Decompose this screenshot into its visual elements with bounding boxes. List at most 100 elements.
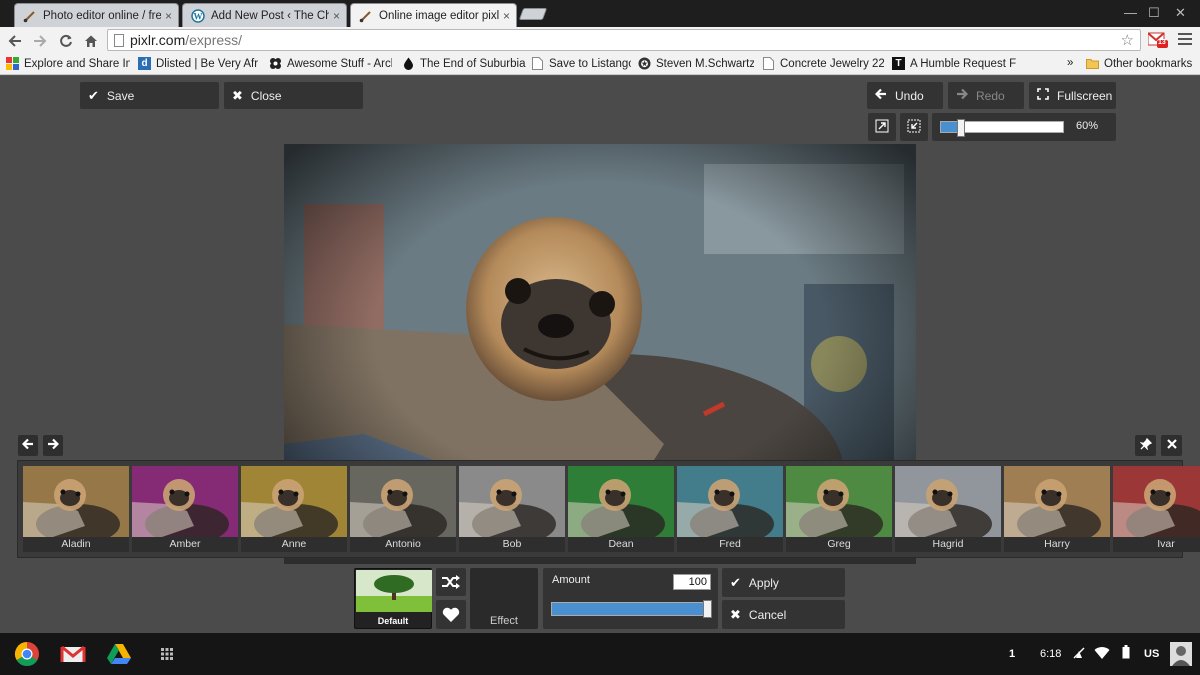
home-icon[interactable] — [81, 31, 101, 51]
url-host: pixlr.com — [130, 32, 186, 48]
gmail-icon[interactable] — [60, 641, 86, 667]
close-icon: ✖ — [730, 606, 741, 622]
fullscreen-button[interactable]: Fullscreen — [1029, 82, 1116, 109]
bookmark-item[interactable]: ✪ Steven M.Schwartz — [638, 57, 754, 70]
t-logo-icon: T — [892, 57, 905, 70]
chrome-menu-icon[interactable] — [1178, 33, 1192, 48]
os-shelf: 1 6:18 US — [0, 633, 1200, 675]
tab-close-icon[interactable]: × — [503, 9, 510, 23]
new-tab-button[interactable] — [518, 8, 548, 20]
zoom-slider-thumb[interactable] — [957, 119, 965, 137]
bookmarks-bar: Explore and Share In d Dlisted | Be Very… — [0, 54, 1200, 75]
filter-thumb[interactable]: Fred — [677, 466, 783, 552]
address-bar[interactable]: pixlr.com/express/ ☆ — [107, 29, 1141, 51]
close-strip-button[interactable] — [1161, 435, 1182, 456]
bookmark-star-icon[interactable]: ☆ — [1121, 31, 1134, 49]
other-bookmarks[interactable]: Other bookmarks — [1086, 57, 1192, 70]
filter-preview-image — [1004, 466, 1110, 537]
window-close-icon[interactable]: ✕ — [1175, 5, 1186, 21]
filter-thumb[interactable]: Harry — [1004, 466, 1110, 552]
filter-thumb[interactable]: Ivar — [1113, 466, 1200, 552]
bookmark-item[interactable]: d Dlisted | Be Very Afr — [138, 57, 261, 70]
bookmark-label: Dlisted | Be Very Afr — [156, 57, 259, 70]
close-icon: ✖ — [232, 87, 243, 103]
save-button[interactable]: ✔ Save — [80, 82, 219, 109]
tab-title: Add New Post ‹ The Chro — [211, 9, 329, 22]
tab-online-image-editor[interactable]: Online image editor pixlr × — [350, 3, 517, 27]
dlisted-icon: d — [138, 57, 151, 70]
apply-button[interactable]: ✔ Apply — [722, 568, 845, 597]
maximize-icon[interactable]: ☐ — [1148, 5, 1160, 21]
forward-icon[interactable] — [30, 31, 50, 51]
bookmark-item[interactable]: T A Humble Request Fc — [892, 57, 1016, 70]
amount-label: Amount — [552, 574, 590, 586]
filter-thumb[interactable]: Aladin — [23, 466, 129, 552]
filter-name: Dean — [568, 537, 674, 552]
filter-name: Anne — [241, 537, 347, 552]
fit-to-screen-button[interactable] — [868, 113, 896, 141]
overlay-default-thumb[interactable]: Default — [354, 568, 432, 629]
undo-button[interactable]: Undo — [867, 82, 943, 109]
filters-prev-button[interactable] — [18, 435, 38, 456]
amount-slider[interactable] — [551, 600, 712, 618]
page-icon — [114, 33, 124, 47]
reload-icon[interactable] — [56, 31, 76, 51]
amount-value-field[interactable]: 100 — [673, 574, 711, 590]
page-icon — [531, 57, 544, 70]
redo-button[interactable]: Redo — [948, 82, 1024, 109]
tab-add-new-post[interactable]: W Add New Post ‹ The Chro × — [182, 3, 347, 27]
fullscreen-label: Fullscreen — [1057, 88, 1113, 103]
close-button[interactable]: ✖ Close — [224, 82, 363, 109]
bookmark-item[interactable]: Awesome Stuff - Arcl — [269, 57, 392, 70]
bookmark-item[interactable]: Concrete Jewelry 22D — [762, 57, 884, 70]
shuffle-button[interactable] — [436, 568, 466, 596]
tab-close-icon[interactable]: × — [333, 9, 340, 23]
bookmark-label: Other bookmarks — [1104, 57, 1193, 70]
close-icon — [1166, 438, 1178, 453]
back-icon[interactable] — [5, 31, 25, 51]
favorite-button[interactable] — [436, 600, 466, 629]
filter-preview-image — [23, 466, 129, 537]
filter-name: Aladin — [23, 537, 129, 552]
gmail-extension-icon[interactable]: 13 — [1147, 32, 1168, 48]
filter-thumb[interactable]: Dean — [568, 466, 674, 552]
filter-thumb[interactable]: Amber — [132, 466, 238, 552]
filter-thumb[interactable]: Anne — [241, 466, 347, 552]
more-bookmarks-chevron[interactable]: » — [1067, 57, 1073, 69]
tab-strip: Photo editor online / free × W Add New P… — [0, 0, 1200, 27]
cancel-button[interactable]: ✖ Cancel — [722, 600, 845, 629]
app-launcher-icon[interactable] — [154, 641, 180, 667]
amount-slider-thumb[interactable] — [703, 600, 712, 618]
notification-count[interactable]: 1 — [1009, 648, 1015, 660]
bookmark-item[interactable]: Explore and Share In — [6, 57, 130, 70]
tab-close-icon[interactable]: × — [165, 9, 172, 23]
input-locale[interactable]: US — [1144, 648, 1159, 660]
bookmark-item[interactable]: The End of Suburbia — [402, 57, 526, 70]
filters-next-button[interactable] — [43, 435, 63, 456]
filter-thumb[interactable]: Bob — [459, 466, 565, 552]
filter-name: Antonio — [350, 537, 456, 552]
pin-button[interactable] — [1135, 435, 1156, 456]
user-avatar[interactable] — [1170, 642, 1192, 669]
bookmark-item[interactable]: Save to Listango — [531, 57, 631, 70]
filter-name: Bob — [459, 537, 565, 552]
zoom-control: 60% — [932, 113, 1116, 141]
clock[interactable]: 6:18 — [1040, 648, 1061, 660]
filter-thumb[interactable]: Antonio — [350, 466, 456, 552]
drive-icon[interactable] — [106, 641, 132, 667]
effect-button[interactable]: Effect — [470, 568, 538, 629]
apply-label: Apply — [748, 575, 779, 590]
redo-label: Redo — [976, 88, 1005, 103]
zoom-slider[interactable] — [940, 119, 1064, 137]
photo-bottom-edge — [284, 558, 916, 564]
chrome-icon[interactable] — [14, 641, 40, 667]
actual-size-button[interactable] — [900, 113, 928, 141]
browser-toolbar: pixlr.com/express/ ☆ 13 — [0, 27, 1200, 54]
filter-thumb[interactable]: Greg — [786, 466, 892, 552]
bookmark-label: Save to Listango — [549, 57, 631, 70]
filter-thumb[interactable]: Hagrid — [895, 466, 1001, 552]
minimize-icon[interactable]: — — [1124, 5, 1137, 20]
tab-photo-editor[interactable]: Photo editor online / free × — [14, 3, 179, 27]
filter-name: Ivar — [1113, 537, 1200, 552]
filter-name: Harry — [1004, 537, 1110, 552]
